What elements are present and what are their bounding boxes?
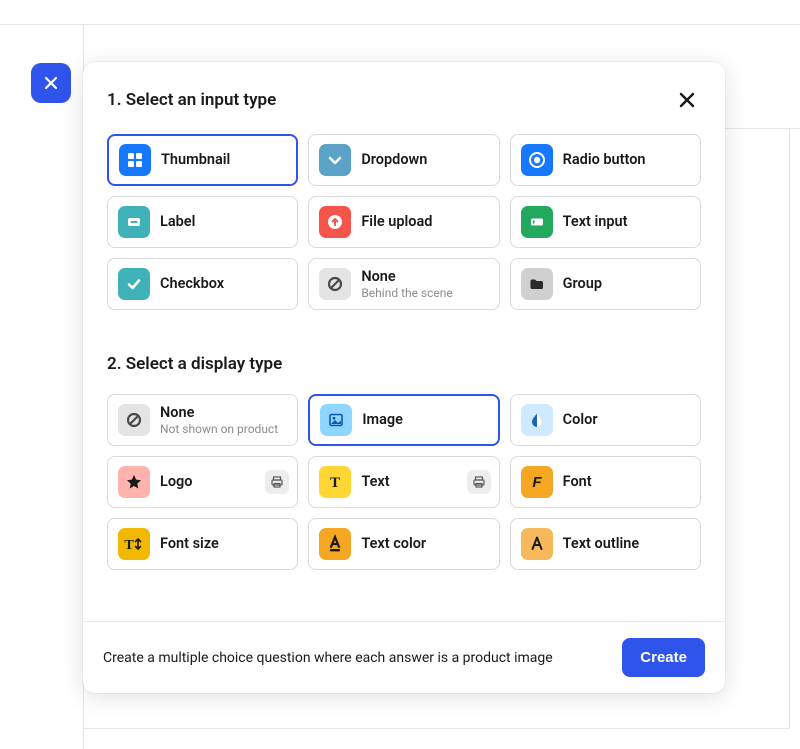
option-label: Image: [362, 411, 403, 428]
modal-close-button[interactable]: [673, 86, 701, 114]
font-size-icon: T: [118, 528, 150, 560]
input-option-dropdown[interactable]: Dropdown: [308, 134, 499, 186]
input-option-thumbnail[interactable]: Thumbnail: [107, 134, 298, 186]
display-option-logo[interactable]: Logo: [107, 456, 298, 508]
option-label: Font size: [160, 535, 219, 552]
none-icon: [319, 268, 351, 300]
label-icon: [118, 206, 150, 238]
input-type-grid: Thumbnail Dropdown Radio button Label: [107, 134, 701, 310]
option-label: Thumbnail: [161, 151, 230, 168]
option-label: Logo: [160, 473, 193, 490]
option-label: Text outline: [563, 535, 639, 552]
display-option-none[interactable]: None Not shown on product: [107, 394, 298, 446]
text-outline-icon: [521, 528, 553, 560]
option-label: Text: [361, 473, 389, 490]
create-button[interactable]: Create: [622, 638, 705, 677]
text-input-icon: [521, 206, 553, 238]
radio-icon: [521, 144, 553, 176]
text-icon: T: [319, 466, 351, 498]
option-label: Radio button: [563, 151, 646, 168]
option-sublabel: Behind the scene: [361, 286, 452, 300]
option-label: Color: [563, 411, 598, 428]
upload-icon: [319, 206, 351, 238]
panel-close-button[interactable]: [31, 63, 71, 103]
input-option-checkbox[interactable]: Checkbox: [107, 258, 298, 310]
display-option-font[interactable]: F Font: [510, 456, 701, 508]
option-sublabel: Not shown on product: [160, 422, 278, 436]
display-option-font-size[interactable]: T Font size: [107, 518, 298, 570]
display-option-text-color[interactable]: Text color: [308, 518, 499, 570]
option-label: File upload: [361, 213, 432, 230]
input-option-file-upload[interactable]: File upload: [308, 196, 499, 248]
option-label: Group: [563, 275, 602, 292]
modal-footer: Create a multiple choice question where …: [83, 621, 725, 693]
option-label: Font: [563, 473, 592, 490]
svg-text:T: T: [330, 475, 340, 491]
input-option-text-input[interactable]: Text input: [510, 196, 701, 248]
input-option-label[interactable]: Label: [107, 196, 298, 248]
display-option-color[interactable]: Color: [510, 394, 701, 446]
display-option-image[interactable]: Image: [308, 394, 499, 446]
display-type-heading: 2. Select a display type: [107, 354, 701, 374]
printer-icon: [270, 475, 284, 489]
display-option-text-outline[interactable]: Text outline: [510, 518, 701, 570]
font-icon: F: [521, 466, 553, 498]
input-option-radio[interactable]: Radio button: [510, 134, 701, 186]
svg-text:F: F: [532, 474, 542, 491]
svg-text:T: T: [124, 538, 134, 553]
option-label: Checkbox: [160, 275, 224, 292]
option-label: None: [160, 404, 278, 421]
display-type-grid: None Not shown on product Image Color: [107, 394, 701, 570]
input-option-group[interactable]: Group: [510, 258, 701, 310]
text-color-icon: [319, 528, 351, 560]
checkbox-icon: [118, 268, 150, 300]
chevron-down-icon: [319, 144, 351, 176]
create-question-modal: 1. Select an input type Thumbnail Dropdo…: [83, 62, 725, 693]
input-option-none[interactable]: None Behind the scene: [308, 258, 499, 310]
folder-icon: [521, 268, 553, 300]
option-label: Label: [160, 213, 195, 230]
thumbnail-icon: [119, 144, 151, 176]
star-icon: [118, 466, 150, 498]
none-icon: [118, 404, 150, 436]
input-type-heading: 1. Select an input type: [107, 90, 276, 110]
printer-icon: [472, 475, 486, 489]
close-icon: [44, 76, 58, 90]
printer-badge: [265, 470, 289, 494]
image-icon: [320, 404, 352, 436]
option-label: None: [361, 268, 452, 285]
close-icon: [678, 91, 696, 109]
option-label: Text input: [563, 213, 628, 230]
printer-badge: [467, 470, 491, 494]
droplet-icon: [521, 404, 553, 436]
option-label: Text color: [361, 535, 426, 552]
option-label: Dropdown: [361, 151, 427, 168]
display-option-text[interactable]: T Text: [308, 456, 499, 508]
footer-description: Create a multiple choice question where …: [103, 650, 553, 666]
